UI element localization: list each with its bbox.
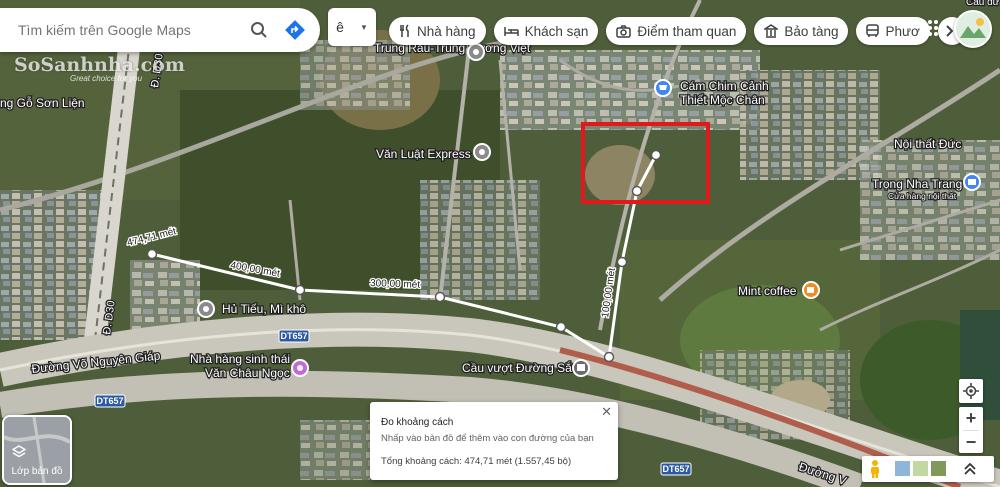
- chip-restaurants-label: Nhà hàng: [417, 23, 476, 39]
- watermark-logo: SoSanhnha.com: [14, 54, 185, 76]
- search-box[interactable]: Tìm kiếm trên Google Maps: [0, 8, 320, 52]
- close-icon[interactable]: ✕: [601, 404, 612, 420]
- pegman-icon[interactable]: [868, 459, 882, 479]
- chip-attractions[interactable]: Điểm tham quan: [606, 17, 747, 45]
- zoom-in-button[interactable]: +: [959, 407, 983, 430]
- layers-button[interactable]: Lớp bản đồ: [2, 415, 72, 485]
- chevron-down-icon: ▼: [360, 22, 368, 32]
- poi-pin-hu-tieu[interactable]: [197, 300, 215, 318]
- my-location-button[interactable]: [959, 379, 983, 403]
- input-language-button[interactable]: ê ▼: [328, 8, 376, 46]
- poi-pin-cam-chim[interactable]: [654, 79, 672, 97]
- search-input[interactable]: Tìm kiếm trên Google Maps: [18, 22, 248, 38]
- fork-knife-icon: [400, 24, 409, 37]
- account-avatar[interactable]: [954, 10, 992, 48]
- imagery-thumb-1[interactable]: [895, 461, 910, 476]
- directions-icon[interactable]: [284, 19, 306, 41]
- zoom-control: + −: [959, 407, 983, 453]
- measure-title: Đo khoảng cách: [381, 417, 454, 428]
- chip-museums[interactable]: Bảo tàng: [754, 17, 849, 45]
- bed-icon: [503, 27, 519, 36]
- measure-total: Tổng khoảng cách: 474,71 mét (1.557,45 b…: [381, 456, 572, 467]
- museum-icon: [764, 24, 779, 38]
- search-icon[interactable]: [248, 19, 270, 41]
- imagery-thumb-2[interactable]: [913, 461, 928, 476]
- camera-icon: [616, 24, 632, 38]
- crosshair-icon: [963, 383, 979, 399]
- apps-grid-icon[interactable]: [920, 18, 940, 38]
- layers-icon: [12, 445, 26, 458]
- poi-pin-noi-that[interactable]: [963, 173, 981, 191]
- input-language-label: ê: [336, 19, 344, 35]
- poi-pin-van-luat[interactable]: [473, 143, 491, 161]
- bus-icon: [866, 24, 880, 37]
- chip-hotels[interactable]: Khách sạn: [493, 17, 599, 45]
- chip-hotels-label: Khách sạn: [524, 23, 589, 39]
- zoom-out-button[interactable]: −: [959, 431, 983, 453]
- watermark: SoSanhnha.com Great choice for you: [14, 54, 185, 83]
- poi-pin-nha-hang[interactable]: [291, 359, 309, 377]
- chip-museums-label: Bảo tàng: [784, 23, 839, 39]
- layers-label: Lớp bản đồ: [11, 466, 63, 477]
- chevron-up-icon[interactable]: [964, 462, 976, 476]
- chip-transit[interactable]: Phươ: [856, 17, 930, 45]
- imagery-thumb-3[interactable]: [931, 461, 946, 476]
- chip-attractions-label: Điểm tham quan: [637, 23, 737, 39]
- chevron-right-icon: [946, 25, 953, 37]
- measure-distance-card: ✕ Đo khoảng cách Nhấp vào bản đồ để thêm…: [370, 402, 618, 480]
- bottom-imagery-strip: [862, 456, 994, 482]
- poi-pin-trung-rau[interactable]: [467, 43, 485, 61]
- chip-transit-label: Phươ: [885, 23, 920, 39]
- poi-pin-cau-vuot[interactable]: [572, 359, 590, 377]
- poi-pin-mint-coffee[interactable]: [802, 281, 820, 299]
- measure-hint: Nhấp vào bản đồ để thêm vào con đường củ…: [381, 433, 594, 444]
- category-chips: Nhà hàng Khách sạn Điểm tham quan Bảo tà…: [389, 17, 966, 45]
- chip-restaurants[interactable]: Nhà hàng: [389, 17, 486, 45]
